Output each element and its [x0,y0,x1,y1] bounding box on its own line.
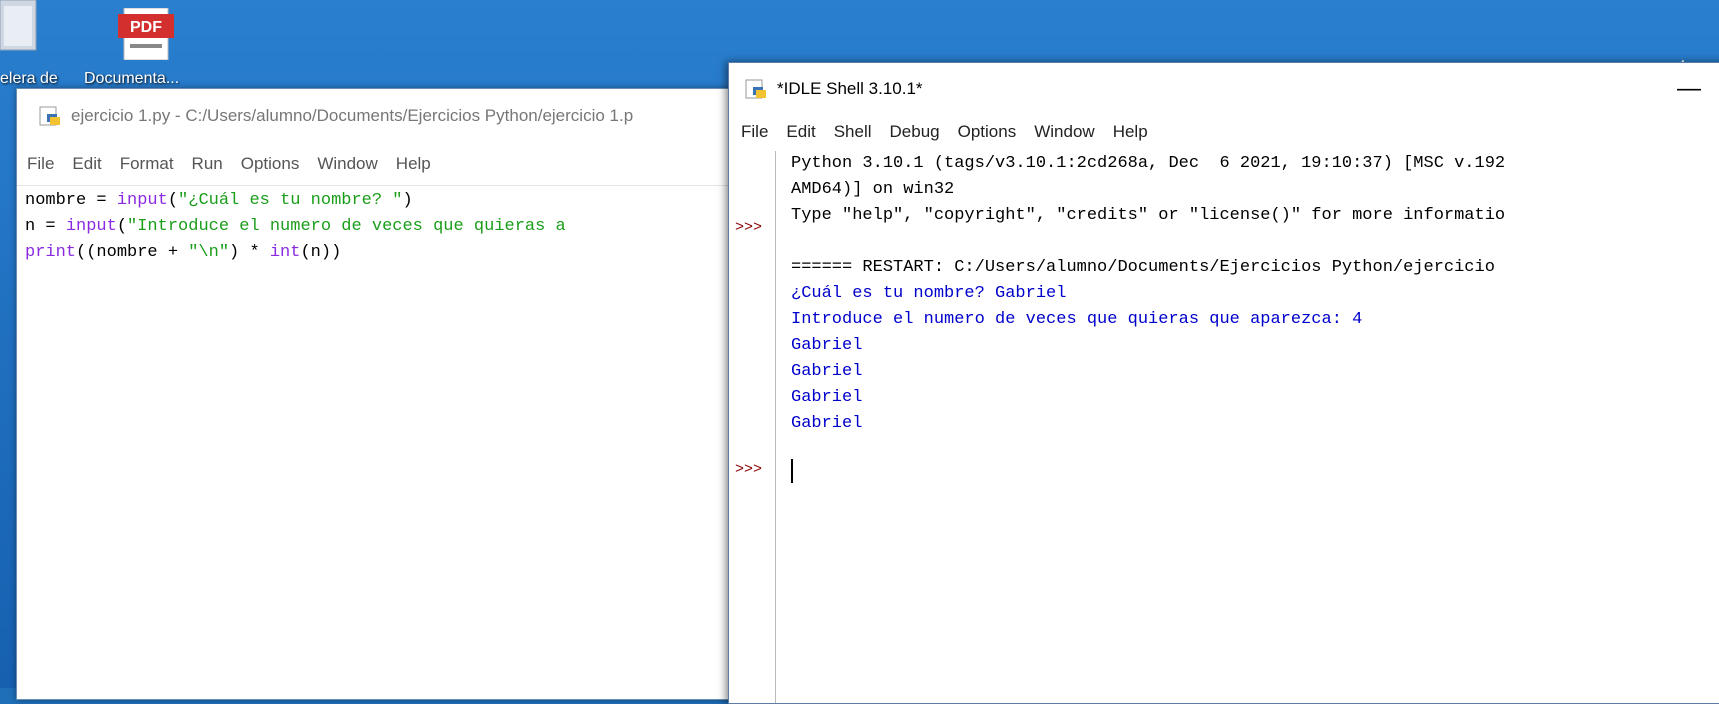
shell-output-line: Type "help", "copyright", "credits" or "… [791,206,1506,225]
text-cursor [791,459,793,483]
editor-window[interactable]: ejercicio 1.py - C:/Users/alumno/Documen… [16,88,732,700]
editor-menu-options[interactable]: Options [241,154,300,174]
editor-titlebar[interactable]: ejercicio 1.py - C:/Users/alumno/Documen… [17,89,731,143]
shell-menu-debug[interactable]: Debug [890,122,940,142]
editor-title: ejercicio 1.py - C:/Users/alumno/Documen… [71,106,634,125]
shell-menu-file[interactable]: File [741,122,768,142]
code-line: nombre = input("¿Cuál es tu nombre? ") [25,191,413,210]
shell-prompt-current: >>> [735,461,763,478]
documents-label: Documenta... [84,70,180,87]
shell-menubar: File Edit Shell Debug Options Window Hel… [729,115,1719,149]
shell-prompt: >>> [735,219,763,236]
python-shell-icon [745,79,766,99]
shell-menu-edit[interactable]: Edit [786,122,815,142]
shell-titlebar[interactable]: *IDLE Shell 3.10.1* — [729,63,1719,115]
shell-output-line: Python 3.10.1 (tags/v3.10.1:2cd268a, Dec… [791,154,1506,173]
minimize-icon[interactable]: — [1677,75,1701,103]
code-line: print((nombre + "\n") * int(n)) [25,243,342,262]
shell-output-line: Gabriel [791,414,863,433]
pdf-badge-text: PDF [130,19,162,36]
editor-menu-help[interactable]: Help [396,154,431,174]
editor-menu-run[interactable]: Run [192,154,223,174]
editor-menu-file[interactable]: File [27,154,54,174]
editor-menubar: File Edit Format Run Options Window Help [17,143,731,186]
shell-menu-shell[interactable]: Shell [834,122,872,142]
shell-output-line: Gabriel [791,388,863,407]
shell-output-line: Gabriel [791,336,863,355]
code-line: n = input("Introduce el numero de veces … [25,217,566,236]
shell-output-line: Gabriel [791,362,863,381]
shell-output-line: Introduce el numero de veces que quieras… [791,310,1363,329]
recycle-bin-label: elera de [0,70,58,87]
shell-output-area[interactable]: >>> >>> Python 3.10.1 (tags/v3.10.1:2cd2… [729,151,1719,703]
shell-menu-help[interactable]: Help [1113,122,1148,142]
recycle-bin-icon[interactable] [0,0,40,60]
shell-output: Python 3.10.1 (tags/v3.10.1:2cd268a, Dec… [791,151,1505,437]
shell-menu-window[interactable]: Window [1034,122,1094,142]
shell-menu-options[interactable]: Options [958,122,1017,142]
shell-output-line: AMD64)] on win32 [791,180,955,199]
shell-window[interactable]: *IDLE Shell 3.10.1* — File Edit Shell De… [728,62,1719,704]
shell-output-line [791,229,1505,255]
shell-output-line: ====== RESTART: C:/Users/alumno/Document… [791,258,1495,277]
python-file-icon [39,106,60,126]
prompt-gutter: >>> >>> [729,151,776,703]
shell-output-line: ¿Cuál es tu nombre? Gabriel [791,284,1067,303]
editor-menu-edit[interactable]: Edit [72,154,101,174]
code-editor[interactable]: nombre = input("¿Cuál es tu nombre? ") n … [17,186,731,268]
shell-title: *IDLE Shell 3.10.1* [777,79,923,98]
editor-menu-format[interactable]: Format [120,154,174,174]
editor-menu-window[interactable]: Window [317,154,377,174]
pdf-file-icon[interactable]: PDF [118,8,174,60]
